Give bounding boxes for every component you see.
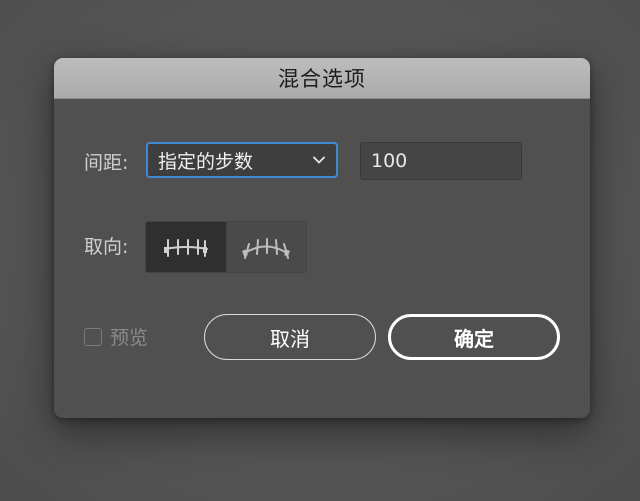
- align-to-page-button[interactable]: [146, 222, 226, 272]
- spacing-steps-input[interactable]: 100: [360, 142, 522, 180]
- align-to-path-button[interactable]: [225, 222, 306, 272]
- align-to-page-icon: [163, 239, 208, 257]
- spacing-steps-value: 100: [371, 150, 408, 172]
- blend-options-dialog: 混合选项 间距: 指定的步数 100 取向: 预览 取消 确定: [54, 58, 590, 418]
- ok-button-label: 确定: [454, 326, 494, 351]
- cancel-button-label: 取消: [270, 326, 310, 351]
- orientation-toggle-group: [145, 221, 307, 273]
- spacing-label: 间距:: [84, 152, 129, 174]
- spacing-select-value: 指定的步数: [158, 150, 254, 173]
- chevron-down-icon: [313, 156, 325, 164]
- preview-checkbox[interactable]: [84, 327, 102, 346]
- preview-checkbox-row[interactable]: 预览: [84, 323, 148, 350]
- align-to-path-icon: [242, 238, 291, 259]
- dialog-title: 混合选项: [278, 67, 366, 91]
- ok-button[interactable]: 确定: [388, 314, 560, 360]
- backdrop: 混合选项 间距: 指定的步数 100 取向: 预览 取消 确定: [0, 0, 640, 501]
- preview-label: 预览: [110, 327, 149, 349]
- cancel-button[interactable]: 取消: [204, 314, 376, 360]
- title-bar: 混合选项: [54, 58, 590, 99]
- spacing-select[interactable]: 指定的步数: [146, 142, 338, 178]
- orientation-label: 取向:: [84, 236, 129, 258]
